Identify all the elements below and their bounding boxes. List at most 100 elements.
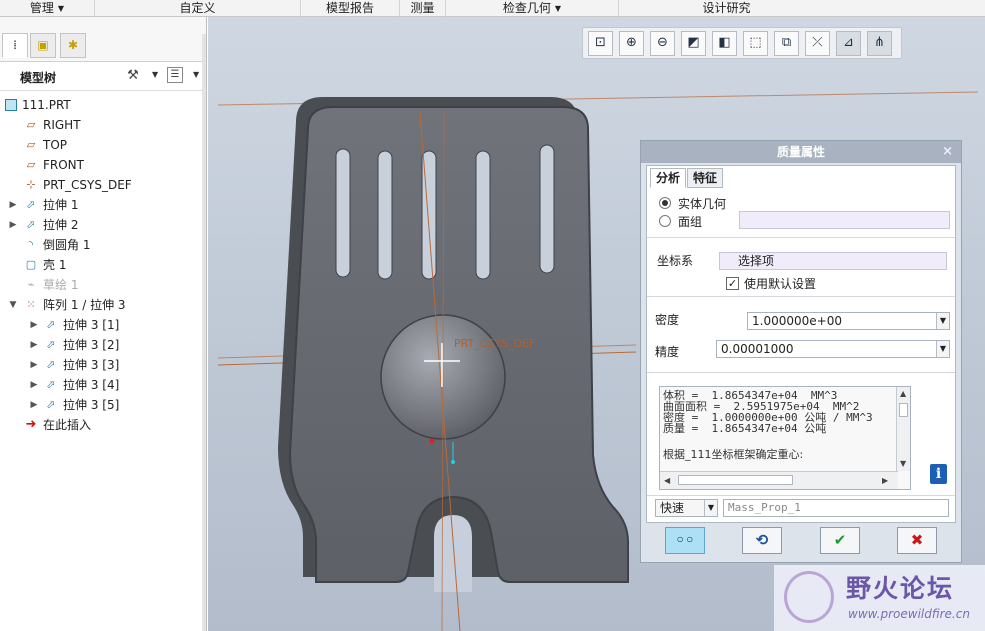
mode-select[interactable]: 快速 ▼ (655, 499, 718, 517)
accuracy-input[interactable]: 0.00001000 ▼ (716, 340, 950, 358)
scroll-thumb[interactable] (899, 403, 908, 417)
datum-plane-icon: ▱ (26, 138, 36, 151)
model-tree: 111.PRT ▱ RIGHT ▱ TOP ▱ FRONT ⊹ PRT_CSYS… (0, 95, 207, 435)
tab-design-study[interactable]: 设计研究 (619, 0, 834, 17)
chevron-down-icon[interactable]: ▼ (193, 70, 199, 79)
tree-node-sketch-1[interactable]: ⌁ 草绘 1 (0, 275, 207, 295)
cancel-button[interactable]: ✖ (897, 527, 937, 554)
csys-selector[interactable]: 选择项 (719, 252, 947, 270)
chevron-down-icon[interactable]: ▼ (152, 70, 158, 79)
expand-arrow-icon[interactable]: ▶ (8, 195, 18, 215)
tab-feature[interactable]: 特征 (687, 168, 724, 188)
tab-model-report[interactable]: 模型报告 (301, 0, 400, 17)
watermark-title: 野火论坛 (846, 574, 955, 603)
extrude-icon: ⬀ (46, 358, 56, 371)
tree-node-extrude-3-3[interactable]: ▶ ⬀ 拉伸 3 [3] (0, 355, 207, 375)
expand-arrow-icon[interactable]: ▶ (29, 335, 39, 355)
expand-arrow-icon[interactable]: ▶ (29, 395, 39, 415)
tab-manage[interactable]: 管理 ▼ (0, 0, 95, 17)
tab-label: 自定义 (179, 1, 216, 15)
tree-node-extrude-3-4[interactable]: ▶ ⬀ 拉伸 3 [4] (0, 375, 207, 395)
info-icon[interactable]: i (930, 464, 947, 484)
tree-node-insert-here[interactable]: ➜ 在此插入 (0, 415, 207, 435)
tree-node-extrude-3-1[interactable]: ▶ ⬀ 拉伸 3 [1] (0, 315, 207, 335)
tree-node-top[interactable]: ▱ TOP (0, 135, 207, 155)
favorites-tab[interactable]: ✱ (60, 33, 86, 58)
tree-node-pattern-1[interactable]: ▼ ⁙ 阵列 1 / 拉伸 3 (0, 295, 207, 315)
divider (647, 372, 955, 373)
view-manager-icon[interactable]: ⧉ (774, 31, 799, 56)
tree-node-shell-1[interactable]: ▢ 壳 1 (0, 255, 207, 275)
density-input[interactable]: 1.000000e+00 ▼ (747, 312, 950, 330)
quilt-selector[interactable] (739, 211, 950, 229)
tree-node-extrude-1[interactable]: ▶ ⬀ 拉伸 1 (0, 195, 207, 215)
refresh-icon: ⟲ (755, 531, 769, 549)
scroll-left-icon[interactable]: ◀ (664, 476, 670, 485)
tree-node-extrude-3-5[interactable]: ▶ ⬀ 拉伸 3 [5] (0, 395, 207, 415)
tree-node-round-1[interactable]: ◝ 倒圆角 1 (0, 235, 207, 255)
dialog-body: 分析 特征 实体几何 面组 坐标系 选择项 ✓ 使用默认设置 密度 1.0000… (646, 165, 956, 523)
mass-properties-dialog: 质量属性 × 分析 特征 实体几何 面组 坐标系 选择项 ✓ 使用默认设置 密度… (640, 140, 962, 563)
tab-measure[interactable]: 测量 (400, 0, 446, 17)
scroll-thumb[interactable] (678, 475, 793, 485)
results-area[interactable]: 体积 = 1.8654347e+04 MM^3 曲面面积 = 2.5951975… (659, 386, 911, 490)
dialog-titlebar[interactable]: 质量属性 × (641, 141, 961, 163)
insert-arrow-icon: ➜ (25, 417, 37, 432)
watermark: 野火论坛 www.proewildfire.cn (774, 565, 985, 631)
folder-browser-tab[interactable]: ▣ (30, 33, 56, 58)
datum-display-icon[interactable]: ⤫ (805, 31, 830, 56)
use-default-label: 使用默认设置 (744, 277, 817, 291)
point-display-icon[interactable]: ⋔ (867, 31, 892, 56)
tree-node-extrude-2[interactable]: ▶ ⬀ 拉伸 2 (0, 215, 207, 235)
tab-analysis[interactable]: 分析 (650, 168, 687, 188)
refit-icon[interactable]: ⊡ (588, 31, 613, 56)
show-list-icon[interactable]: ☰ (167, 67, 183, 83)
tab-inspect-geometry[interactable]: 检查几何 ▼ (446, 0, 619, 17)
model-tree-tab[interactable]: ⁞ (2, 33, 28, 58)
settings-icon[interactable]: ⚒ (124, 67, 142, 85)
close-icon[interactable]: × (942, 141, 953, 163)
tree-node-part[interactable]: 111.PRT (0, 95, 207, 115)
scroll-right-icon[interactable]: ▶ (882, 476, 888, 485)
zoom-in-icon[interactable]: ⊕ (619, 31, 644, 56)
chevron-down-icon[interactable]: ▼ (936, 313, 949, 329)
accuracy-value: 0.00001000 (721, 342, 794, 356)
expand-arrow-icon[interactable]: ▶ (8, 215, 18, 235)
tab-label: 模型报告 (325, 1, 374, 15)
radio-quilt[interactable] (659, 215, 671, 227)
panel-splitter[interactable] (202, 34, 206, 631)
chevron-down-icon[interactable]: ▼ (704, 500, 717, 516)
repeat-button[interactable]: ⟲ (742, 527, 782, 554)
saved-views-icon[interactable]: ⬚ (743, 31, 768, 56)
repaint-icon[interactable]: ◩ (681, 31, 706, 56)
vertical-scrollbar[interactable]: ▲ ▼ (896, 387, 910, 471)
horizontal-scrollbar[interactable]: ◀ ▶ (660, 471, 898, 489)
extrude-icon: ⬀ (46, 338, 56, 351)
ok-button[interactable]: ✔ (820, 527, 860, 554)
butterfly-logo-icon (784, 571, 834, 623)
scroll-up-icon[interactable]: ▲ (900, 389, 906, 398)
tab-customize[interactable]: 自定义 (95, 0, 301, 17)
chevron-down-icon[interactable]: ▼ (936, 341, 949, 357)
radio-solid-geometry[interactable] (659, 197, 671, 209)
scroll-down-icon[interactable]: ▼ (900, 459, 906, 468)
extrude-icon: ⬀ (26, 198, 36, 211)
collapse-arrow-icon[interactable]: ▼ (8, 295, 18, 315)
expand-arrow-icon[interactable]: ▶ (29, 375, 39, 395)
divider (647, 495, 955, 496)
csys-display-icon[interactable]: ⊿ (836, 31, 861, 56)
zoom-out-icon[interactable]: ⊖ (650, 31, 675, 56)
analysis-name-input[interactable]: Mass_Prop_1 (723, 499, 949, 517)
tree-node-csys[interactable]: ⊹ PRT_CSYS_DEF (0, 175, 207, 195)
expand-arrow-icon[interactable]: ▶ (29, 315, 39, 335)
chevron-down-icon: ▼ (554, 4, 562, 13)
datum-plane-icon: ▱ (26, 118, 36, 131)
tree-node-right[interactable]: ▱ RIGHT (0, 115, 207, 135)
use-default-checkbox[interactable]: ✓ (726, 277, 739, 290)
csys-icon: ⊹ (26, 178, 36, 191)
tree-node-extrude-3-2[interactable]: ▶ ⬀ 拉伸 3 [2] (0, 335, 207, 355)
display-style-icon[interactable]: ◧ (712, 31, 737, 56)
tree-node-front[interactable]: ▱ FRONT (0, 155, 207, 175)
preview-button[interactable]: ◦◦ (665, 527, 705, 554)
expand-arrow-icon[interactable]: ▶ (29, 355, 39, 375)
